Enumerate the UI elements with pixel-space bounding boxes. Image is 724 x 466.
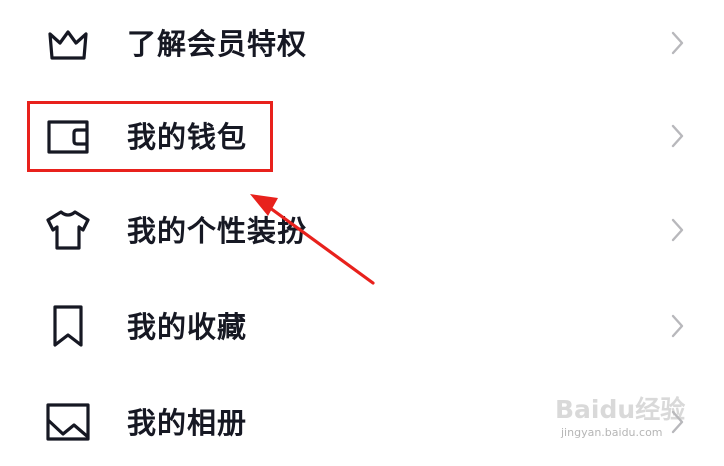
chevron-right-icon <box>668 29 688 57</box>
watermark-url: jingyan.baidu.com <box>561 426 663 439</box>
chevron-right-icon <box>668 312 688 340</box>
menu-item-label: 了解会员特权 <box>127 27 308 61</box>
menu-item-personal-dressup[interactable]: 我的个性装扮 <box>0 184 724 278</box>
crown-icon <box>44 20 92 68</box>
menu-item-member-privileges[interactable]: 了解会员特权 <box>0 0 724 94</box>
watermark-logo-text: Baidu经验 <box>555 395 685 424</box>
tshirt-icon <box>44 206 92 254</box>
menu-item-label: 我的收藏 <box>127 310 248 344</box>
baidu-watermark: Baidu经验 jingyan.baidu.com <box>555 392 715 448</box>
baidu-jingyan-logo: Baidu经验 <box>555 395 685 424</box>
menu-item-label: 我的相册 <box>127 406 248 440</box>
annotation-highlight-box <box>27 101 273 172</box>
menu-item-favorites[interactable]: 我的收藏 <box>0 278 724 372</box>
bookmark-icon <box>44 302 92 350</box>
photo-album-icon <box>44 398 92 446</box>
chevron-right-icon <box>668 216 688 244</box>
menu-item-label: 我的个性装扮 <box>127 214 308 248</box>
chevron-right-icon <box>668 122 688 150</box>
